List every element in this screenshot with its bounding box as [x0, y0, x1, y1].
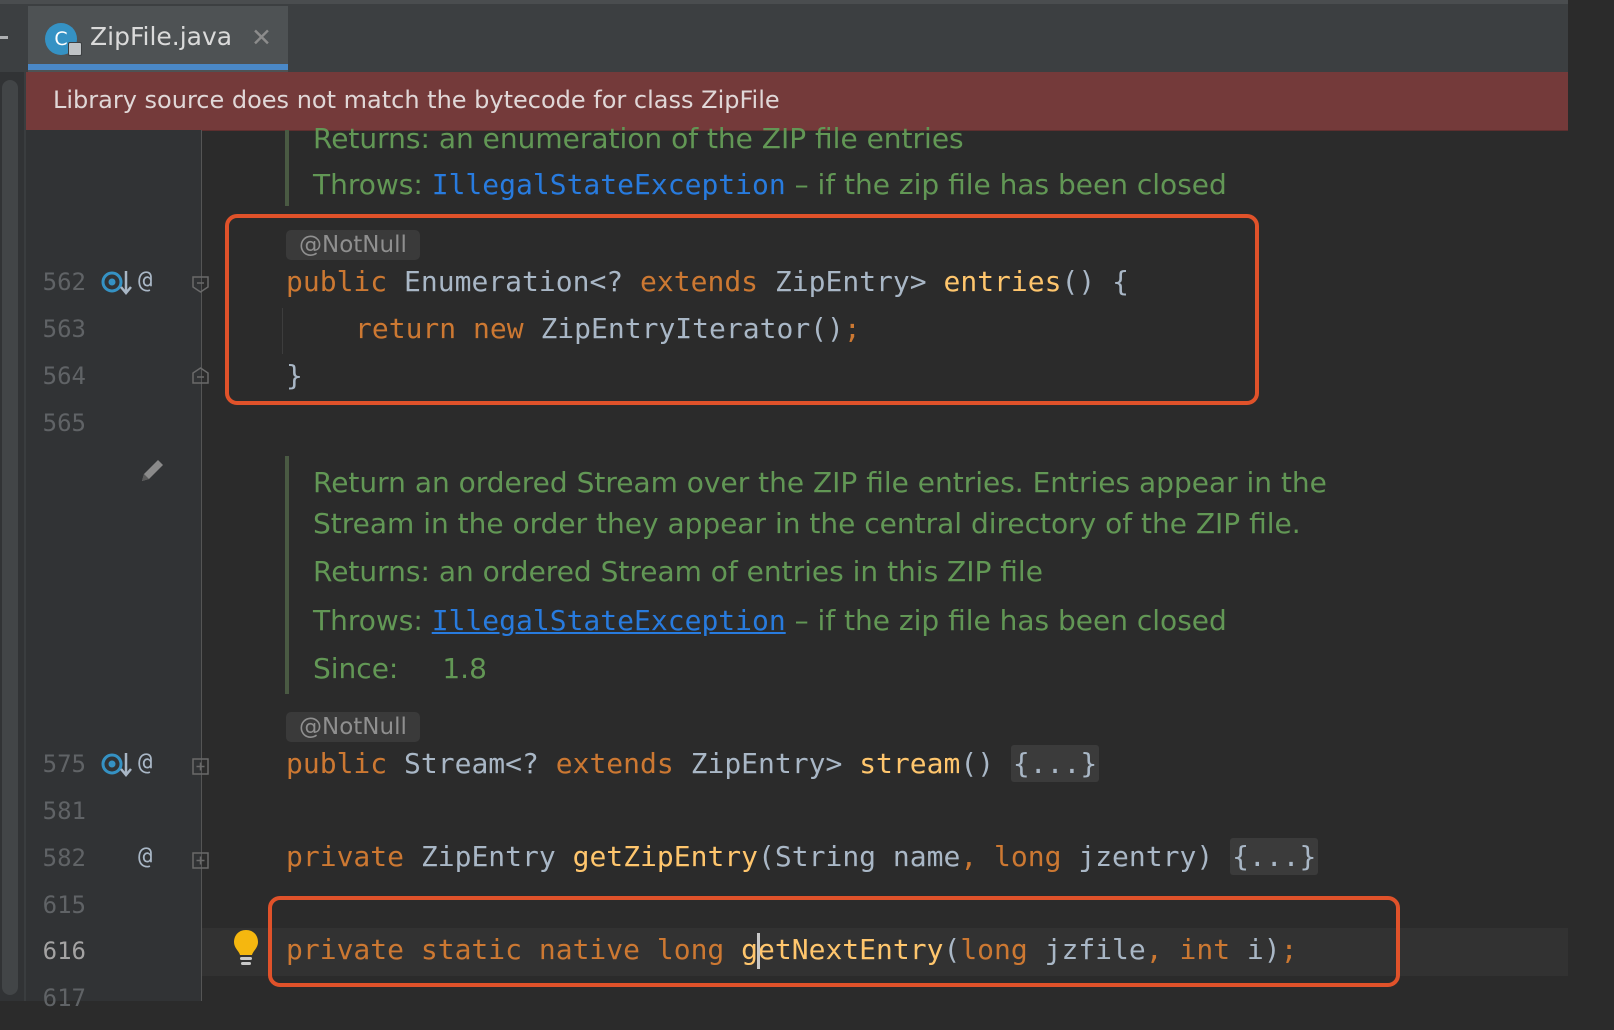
line-number-565: 565	[42, 409, 86, 437]
doc-throws-text: – if the zip file has been closed	[785, 604, 1227, 637]
param: (String name	[758, 840, 961, 873]
params: ()	[960, 747, 1011, 780]
line-number-581: 581	[42, 797, 86, 825]
doc-comment-bar	[285, 456, 289, 694]
collapse-handle-icon[interactable]	[0, 36, 8, 39]
line-number-616: 616	[42, 937, 86, 965]
top-divider	[0, 0, 1568, 4]
overrides-method-icon[interactable]	[100, 750, 134, 780]
comma: ,	[960, 840, 978, 873]
doc-exception-link[interactable]: IllegalStateException	[432, 604, 786, 637]
doc-throws-label: Throws:	[313, 604, 423, 637]
edit-doc-pencil-icon[interactable]	[138, 455, 168, 485]
type-arg: ZipEntry>	[673, 747, 860, 780]
line-number-563: 563	[42, 315, 86, 343]
keyword: public	[286, 747, 388, 780]
keyword: extends	[555, 747, 674, 780]
line-number-582: 582	[42, 844, 86, 872]
read-only-lock-icon	[68, 42, 82, 56]
fold-end-icon[interactable]	[192, 367, 209, 384]
doc-description-line2: Stream in the order they appear in the c…	[313, 507, 1301, 540]
gutter-divider	[201, 130, 202, 1001]
fold-expand-icon[interactable]	[192, 852, 209, 869]
folded-body[interactable]: {...}	[1230, 838, 1319, 875]
doc-exception-link[interactable]: IllegalStateException	[432, 168, 786, 201]
code-line-575[interactable]: public Stream<? extends ZipEntry> stream…	[286, 745, 1100, 782]
doc-throws-label: Throws:	[313, 168, 423, 201]
close-tab-icon[interactable]: ✕	[251, 23, 272, 52]
method-name: getZipEntry	[572, 840, 759, 873]
method-name: stream	[859, 747, 961, 780]
fold-collapse-icon[interactable]	[192, 276, 209, 293]
line-number-562: 562	[42, 268, 86, 296]
highlight-box-entries	[225, 214, 1259, 405]
highlight-box-getnextentry	[268, 896, 1400, 987]
annotation-icon[interactable]: @	[138, 748, 152, 776]
tab-title[interactable]: ZipFile.java	[90, 22, 232, 51]
doc-since: Since: 1.8	[313, 652, 487, 685]
doc-description-line1: Return an ordered Stream over the ZIP fi…	[313, 466, 1327, 499]
annotation-icon[interactable]: @	[138, 266, 152, 294]
keyword: long	[977, 840, 1062, 873]
line-number-564: 564	[42, 362, 86, 390]
return-type: Stream<?	[387, 747, 556, 780]
line-number-617: 617	[42, 984, 86, 1012]
overrides-method-icon[interactable]	[100, 268, 134, 298]
left-scrollbar[interactable]	[2, 80, 18, 995]
banner-text: Library source does not match the byteco…	[53, 86, 780, 114]
doc-throws-text: – if the zip file has been closed	[785, 168, 1227, 201]
line-number-615: 615	[42, 891, 86, 919]
doc-since-value: 1.8	[442, 652, 487, 685]
doc-throws: Throws: IllegalStateException – if the z…	[313, 604, 1227, 637]
fold-expand-icon[interactable]	[192, 758, 209, 775]
intention-lightbulb-icon[interactable]	[232, 928, 260, 968]
line-number-575: 575	[42, 750, 86, 778]
doc-since-label: Since:	[313, 652, 399, 685]
annotation-icon[interactable]: @	[138, 842, 152, 870]
doc-comment-bar	[285, 130, 289, 206]
param: jzentry)	[1061, 840, 1231, 873]
doc-throws: Throws: IllegalStateException – if the z…	[313, 168, 1227, 201]
code-line-582[interactable]: private ZipEntry getZipEntry(String name…	[286, 838, 1319, 875]
folded-body[interactable]: {...}	[1010, 745, 1100, 782]
keyword: private	[286, 840, 405, 873]
notnull-annotation: @NotNull	[286, 712, 420, 742]
doc-returns: Returns: an enumeration of the ZIP file …	[313, 122, 964, 155]
active-tab-indicator	[28, 64, 288, 70]
doc-returns: Returns: an ordered Stream of entries in…	[313, 555, 1043, 588]
return-type: ZipEntry	[404, 840, 573, 873]
